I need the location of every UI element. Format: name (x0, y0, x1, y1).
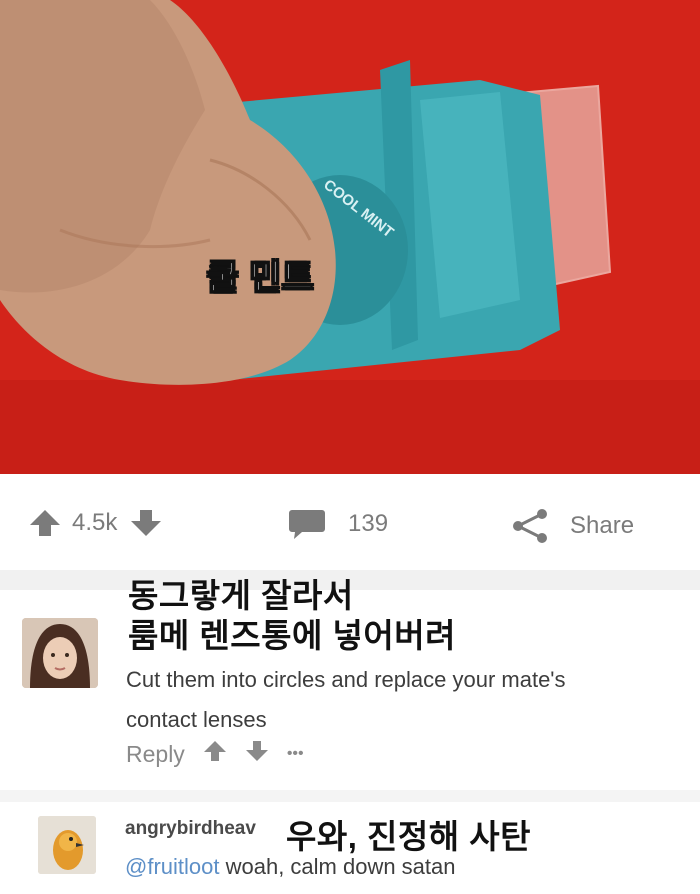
upvote-icon[interactable] (28, 508, 62, 538)
comment-caption: 우와, 진정해 사탄 (282, 810, 536, 858)
comment-count: 139 (348, 510, 389, 537)
mint-strips-photo: COOL MINT (0, 0, 700, 474)
comment-body-text: woah, calm down satan (219, 854, 456, 879)
comment-caption-line2: 룸메 렌즈통에 넣어버려 (128, 617, 456, 654)
comment-body-line1: Cut them into circles and replace your m… (126, 667, 566, 692)
user-mention-link[interactable]: @fruitloot (125, 854, 219, 879)
photo-caption: 쿨 민트 (206, 258, 315, 297)
comment-upvote-icon[interactable] (203, 740, 227, 768)
post-action-bar: 4.5k 139 Share (0, 474, 700, 570)
comment-actions: Reply ••• (126, 740, 304, 768)
more-options-icon[interactable]: ••• (287, 745, 304, 763)
comment-caption-line1: 동그랗게 잘라서 (128, 577, 354, 614)
comment-icon (288, 508, 326, 540)
avatar[interactable] (22, 618, 98, 688)
comment-separator (0, 790, 700, 802)
share-label: Share (570, 512, 635, 539)
comment-2: angrybirdheav 우와, 진정해 사탄 @fruitloot woah… (0, 802, 700, 894)
share-icon (510, 508, 550, 544)
upvote-count: 4.5k (72, 509, 118, 536)
comment-body: @fruitloot woah, calm down satan (125, 854, 456, 880)
comment-username[interactable]: angrybirdheav (125, 818, 256, 840)
comment-1: 동그랗게 잘라서 룸메 렌즈통에 넣어버려 Cut them into circ… (0, 577, 700, 790)
comment-downvote-icon[interactable] (245, 740, 269, 768)
avatar[interactable] (38, 816, 96, 874)
downvote-icon[interactable] (129, 508, 163, 538)
post-photo: COOL MINT 쿨 민트 (0, 0, 700, 474)
comment-body-line2: contact lenses (126, 707, 267, 732)
reply-button[interactable]: Reply (126, 741, 185, 768)
vote-group: 4.5k (28, 508, 163, 538)
comments-button[interactable]: 139 (288, 508, 388, 540)
share-button[interactable]: Share (510, 508, 634, 544)
